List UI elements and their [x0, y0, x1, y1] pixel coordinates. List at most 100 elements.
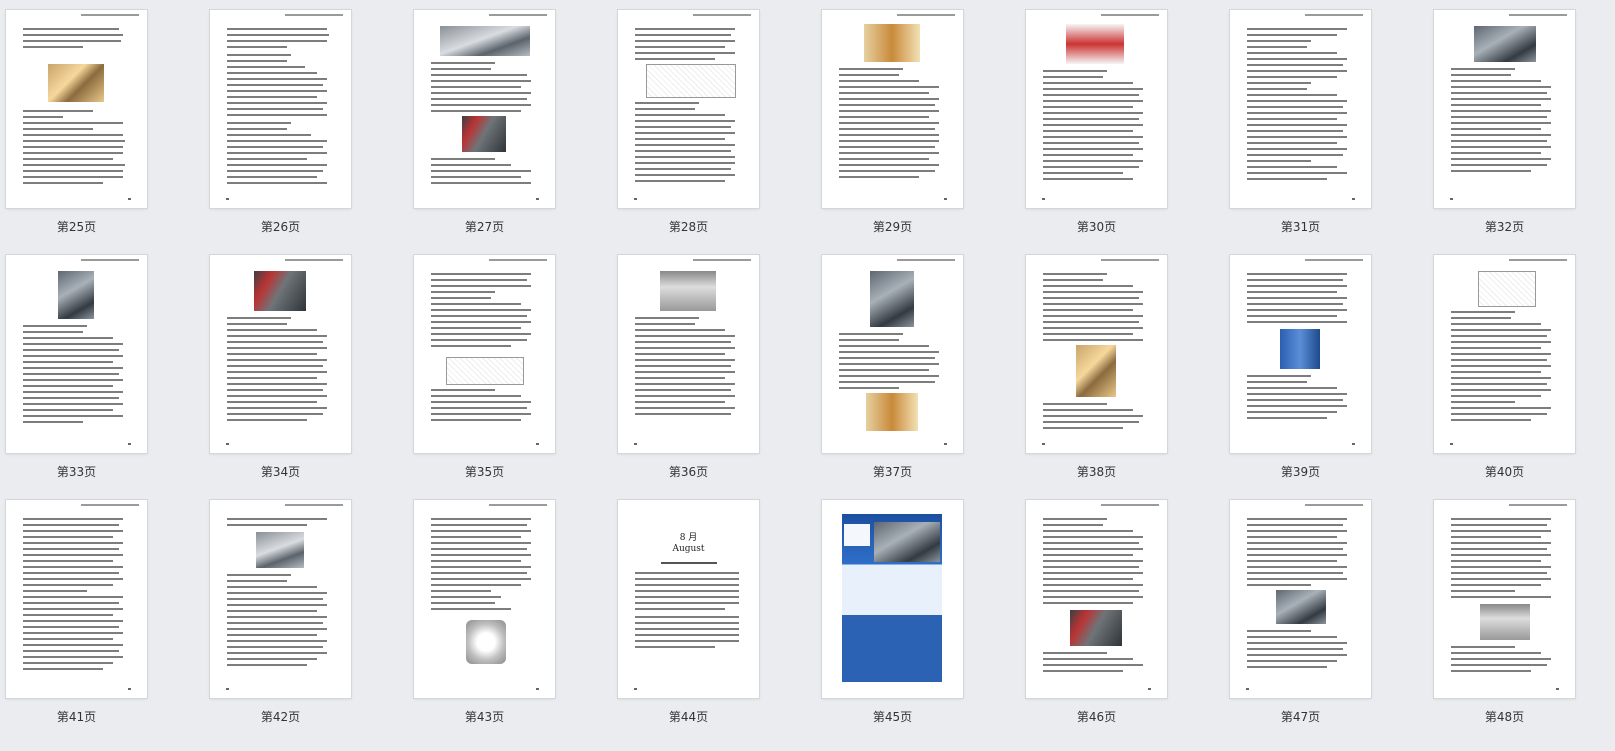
diagram-image: [646, 64, 736, 98]
photo-image: [1280, 329, 1320, 369]
photo-image: [256, 532, 304, 568]
photo-image: [462, 116, 506, 152]
page-label: 第46页: [1076, 710, 1117, 724]
page-label: 第48页: [1484, 710, 1525, 724]
page-preview: [1230, 500, 1371, 698]
diagram-image: [446, 357, 524, 385]
page-thumbnail-45[interactable]: 第45页: [822, 500, 963, 745]
page-preview: [210, 10, 351, 208]
page-preview: [414, 10, 555, 208]
page-thumbnail-40[interactable]: 第40页: [1434, 255, 1575, 500]
page-thumbnail-36[interactable]: 第36页: [618, 255, 759, 500]
page-thumbnail-32[interactable]: 第32页: [1434, 10, 1575, 255]
page-label: 第27页: [464, 220, 505, 234]
page-preview: [1434, 500, 1575, 698]
page-preview: [210, 500, 351, 698]
page-thumbnail-28[interactable]: 第28页: [618, 10, 759, 255]
page-thumbnail-26[interactable]: 第26页: [210, 10, 351, 255]
photo-image: [1076, 345, 1116, 397]
page-preview: [822, 500, 963, 698]
diagram-image: [1066, 24, 1124, 64]
photo-image: [866, 393, 918, 431]
page-label: 第43页: [464, 710, 505, 724]
page-preview: [1434, 255, 1575, 453]
page-thumbnail-30[interactable]: 第30页: [1026, 10, 1167, 255]
thumbnail-row: 第41页 第42页 第43页 8 月 August 第44页 第45页 第46页…: [6, 500, 1615, 745]
page-thumbnail-39[interactable]: 第39页: [1230, 255, 1371, 500]
photo-image: [254, 271, 306, 311]
page-preview: [414, 500, 555, 698]
photo-image: [440, 26, 530, 56]
page-thumbnail-42[interactable]: 第42页: [210, 500, 351, 745]
page-thumbnail-34[interactable]: 第34页: [210, 255, 351, 500]
photo-image: [58, 271, 94, 319]
month-subtitle: August: [672, 544, 705, 554]
page-preview: [210, 255, 351, 453]
page-label: 第45页: [872, 710, 913, 724]
page-thumbnail-47[interactable]: 第47页: [1230, 500, 1371, 745]
page-thumbnail-29[interactable]: 第29页: [822, 10, 963, 255]
page-label: 第35页: [464, 465, 505, 479]
page-label: 第44页: [668, 710, 709, 724]
product-image: [466, 620, 506, 664]
page-thumbnail-25[interactable]: 第25页: [6, 10, 147, 255]
page-thumbnail-27[interactable]: 第27页: [414, 10, 555, 255]
page-thumbnail-35[interactable]: 第35页: [414, 255, 555, 500]
photo-image: [660, 271, 716, 311]
photo-image: [870, 271, 914, 327]
page-thumbnail-48[interactable]: 第48页: [1434, 500, 1575, 745]
page-thumbnail-37[interactable]: 第37页: [822, 255, 963, 500]
page-label: 第29页: [872, 220, 913, 234]
page-preview: [1026, 255, 1167, 453]
page-thumbnail-46[interactable]: 第46页: [1026, 500, 1167, 745]
page-preview: [618, 10, 759, 208]
photo-image: [48, 64, 104, 102]
page-preview: [1026, 500, 1167, 698]
page-label: 第40页: [1484, 465, 1525, 479]
page-label: 第33页: [56, 465, 97, 479]
page-thumbnail-33[interactable]: 第33页: [6, 255, 147, 500]
page-thumbnail-41[interactable]: 第41页: [6, 500, 147, 745]
page-thumbnail-38[interactable]: 第38页: [1026, 255, 1167, 500]
month-title: 8 月: [679, 533, 698, 543]
diagram-image: [1478, 271, 1536, 307]
page-preview: [1230, 255, 1371, 453]
page-preview: [822, 10, 963, 208]
page-label: 第25页: [56, 220, 97, 234]
page-label: 第32页: [1484, 220, 1525, 234]
photo-image: [1474, 26, 1536, 62]
page-label: 第47页: [1280, 710, 1321, 724]
page-label: 第42页: [260, 710, 301, 724]
page-label: 第39页: [1280, 465, 1321, 479]
page-label: 第38页: [1076, 465, 1117, 479]
page-preview: [6, 500, 147, 698]
page-preview: [414, 255, 555, 453]
page-label: 第26页: [260, 220, 301, 234]
page-label: 第31页: [1280, 220, 1321, 234]
page-label: 第30页: [1076, 220, 1117, 234]
page-preview: [822, 255, 963, 453]
page-preview: 8 月 August: [618, 500, 759, 698]
photo-image: [864, 24, 920, 62]
photo-image: [1070, 610, 1122, 646]
logo-icon: [844, 524, 870, 546]
thumbnail-grid: 第25页 第26页 第27页 第28页 第29页 第30页 第31页 第32页 …: [6, 10, 1615, 745]
page-thumbnail-43[interactable]: 第43页: [414, 500, 555, 745]
photo-image: [1276, 590, 1326, 624]
page-preview: [1230, 10, 1371, 208]
page-preview: [1026, 10, 1167, 208]
thumbnail-row: 第33页 第34页 第35页 第36页 第37页 第38页 第39页 第40页: [6, 255, 1615, 500]
photo-image: [1480, 604, 1530, 640]
thumbnail-row: 第25页 第26页 第27页 第28页 第29页 第30页 第31页 第32页: [6, 10, 1615, 255]
page-label: 第41页: [56, 710, 97, 724]
photo-image: [874, 522, 940, 562]
page-preview: [618, 255, 759, 453]
page-preview: [1434, 10, 1575, 208]
page-label: 第36页: [668, 465, 709, 479]
page-thumbnail-44[interactable]: 8 月 August 第44页: [618, 500, 759, 745]
page-preview: [6, 255, 147, 453]
page-label: 第37页: [872, 465, 913, 479]
page-thumbnail-31[interactable]: 第31页: [1230, 10, 1371, 255]
page-label: 第34页: [260, 465, 301, 479]
page-preview: [6, 10, 147, 208]
